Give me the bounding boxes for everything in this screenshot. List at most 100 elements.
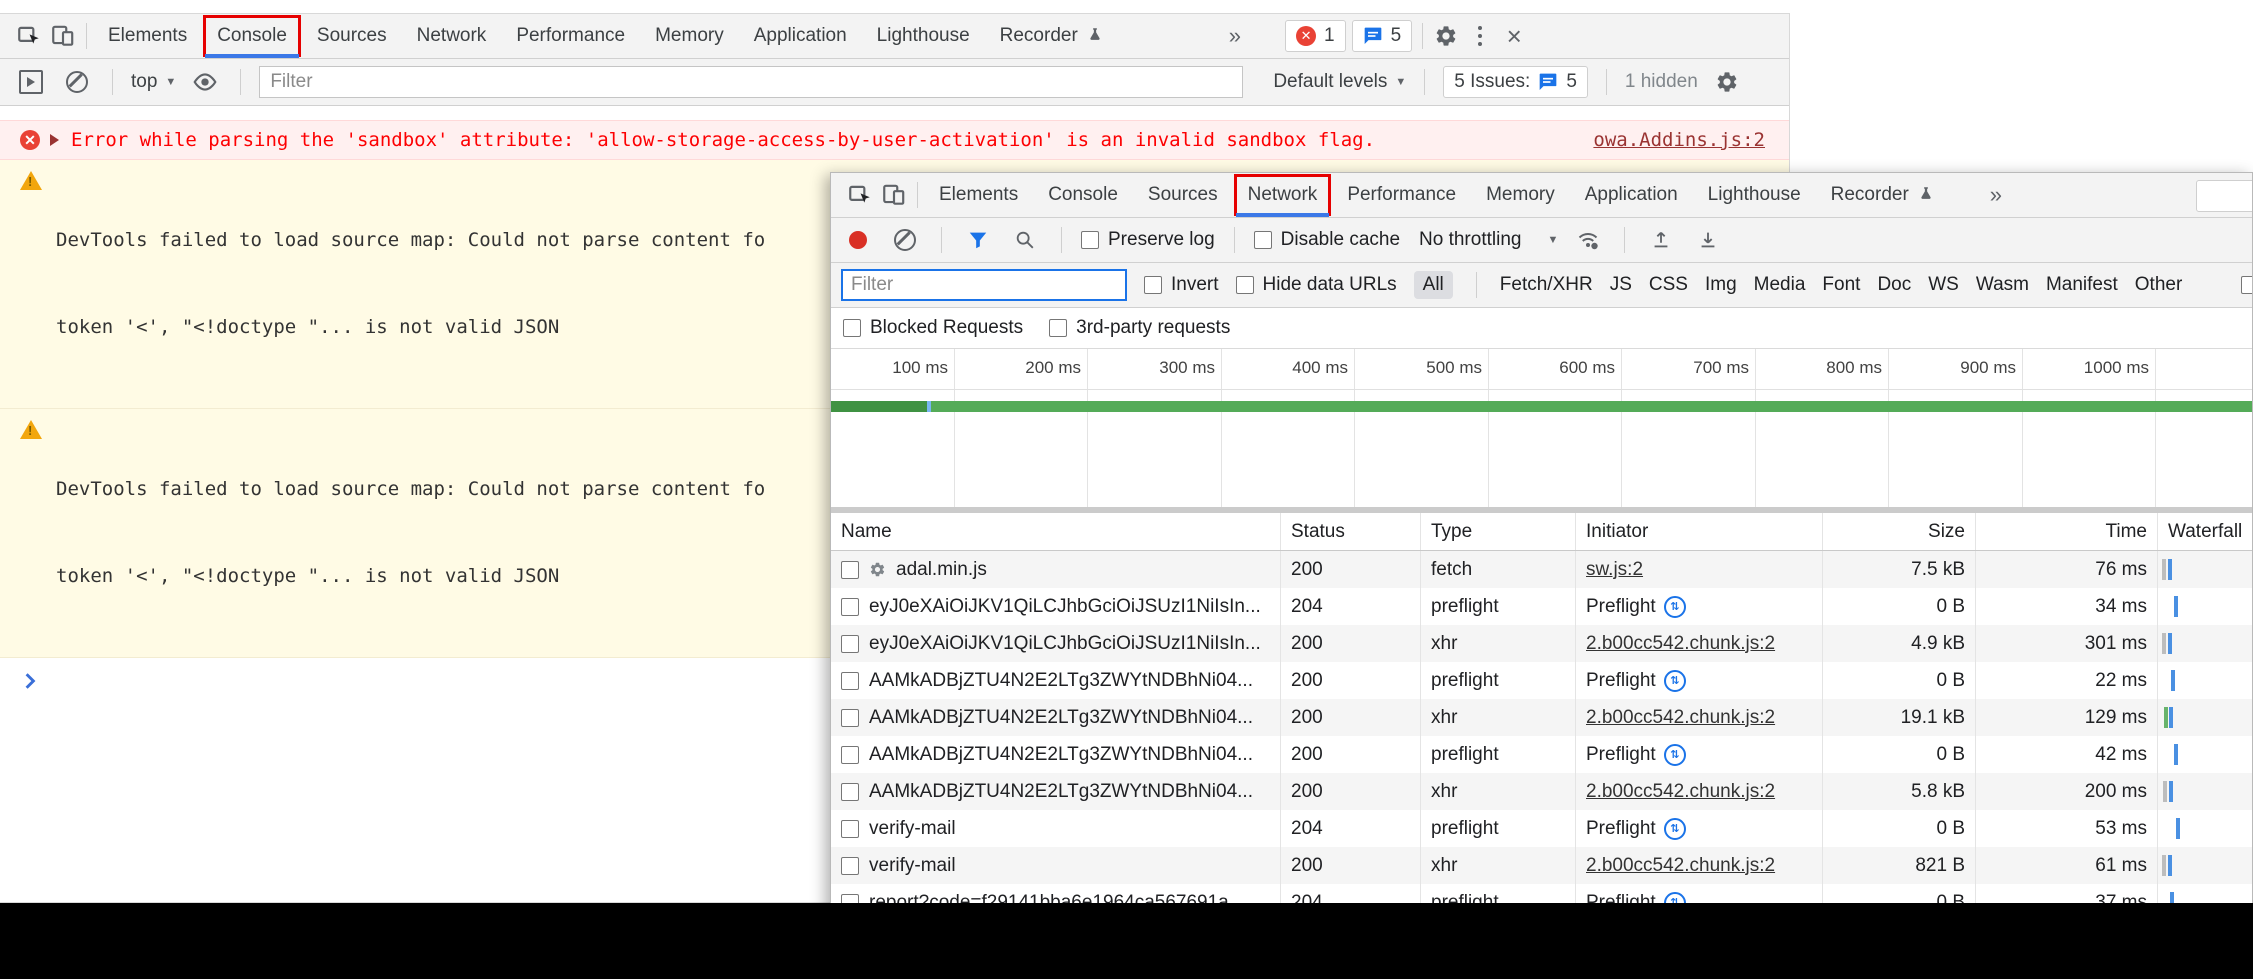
tab-memory[interactable]: Memory bbox=[1471, 173, 1570, 217]
clear-network-log-icon[interactable] bbox=[888, 223, 922, 257]
filter-type-wasm[interactable]: Wasm bbox=[1976, 274, 2029, 296]
clear-console-icon[interactable] bbox=[60, 65, 94, 99]
invert-checkbox[interactable]: Invert bbox=[1144, 274, 1219, 296]
initiator-preflight[interactable]: Preflight bbox=[1586, 596, 1656, 618]
filter-type-ws[interactable]: WS bbox=[1928, 274, 1959, 296]
console-sidebar-icon[interactable] bbox=[14, 65, 48, 99]
filter-type-css[interactable]: CSS bbox=[1649, 274, 1688, 296]
context-selector[interactable]: top ▼ bbox=[131, 71, 176, 93]
filter-type-font[interactable]: Font bbox=[1822, 274, 1860, 296]
filter-type-media[interactable]: Media bbox=[1754, 274, 1806, 296]
tab-application[interactable]: Application bbox=[739, 14, 862, 58]
column-header-size[interactable]: Size bbox=[1823, 513, 1976, 550]
initiator-link[interactable]: 2.b00cc542.chunk.js:2 bbox=[1586, 707, 1775, 729]
initiator-preflight[interactable]: Preflight bbox=[1586, 818, 1656, 840]
row-checkbox[interactable] bbox=[841, 783, 859, 801]
close-devtools-icon[interactable]: × bbox=[1497, 19, 1531, 53]
row-checkbox[interactable] bbox=[841, 635, 859, 653]
issues-count-badge[interactable]: 5 bbox=[1352, 20, 1413, 52]
tab-sources[interactable]: Sources bbox=[1133, 173, 1233, 217]
column-header-type[interactable]: Type bbox=[1421, 513, 1576, 550]
tab-sources[interactable]: Sources bbox=[302, 14, 402, 58]
tab-performance[interactable]: Performance bbox=[1332, 173, 1471, 217]
throttling-selector[interactable]: No throttling ▼ bbox=[1419, 229, 1558, 251]
tab-recorder[interactable]: Recorder bbox=[1816, 173, 1950, 217]
tab-network[interactable]: Network bbox=[1233, 173, 1333, 217]
row-checkbox[interactable] bbox=[841, 561, 859, 579]
filter-type-img[interactable]: Img bbox=[1705, 274, 1737, 296]
initiator-link[interactable]: 2.b00cc542.chunk.js:2 bbox=[1586, 855, 1775, 877]
filter-type-doc[interactable]: Doc bbox=[1877, 274, 1911, 296]
more-tabs-chevron[interactable]: » bbox=[1215, 23, 1255, 49]
row-checkbox[interactable] bbox=[841, 820, 859, 838]
filter-type-js[interactable]: JS bbox=[1610, 274, 1632, 296]
device-toolbar-icon[interactable] bbox=[46, 19, 80, 53]
inspect-cursor-icon[interactable] bbox=[12, 19, 46, 53]
live-expression-eye-icon[interactable] bbox=[188, 65, 222, 99]
row-checkbox[interactable] bbox=[841, 857, 859, 875]
export-har-icon[interactable] bbox=[1691, 223, 1725, 257]
initiator-preflight[interactable]: Preflight bbox=[1586, 670, 1656, 692]
column-header-initiator[interactable]: Initiator bbox=[1576, 513, 1823, 550]
import-har-icon[interactable] bbox=[1644, 223, 1678, 257]
table-row[interactable]: AAMkADBjZTU4N2E2LTg3ZWYtNDBhNi04... 200 … bbox=[831, 662, 2252, 699]
filter-funnel-icon[interactable] bbox=[961, 223, 995, 257]
tab-lighthouse[interactable]: Lighthouse bbox=[862, 14, 985, 58]
row-checkbox[interactable] bbox=[841, 672, 859, 690]
partial-checkbox[interactable] bbox=[2241, 276, 2253, 294]
inspect-cursor-icon[interactable] bbox=[843, 178, 877, 212]
column-header-time[interactable]: Time bbox=[1976, 513, 2158, 550]
more-tabs-chevron[interactable]: » bbox=[1976, 182, 2016, 208]
settings-gear-icon[interactable] bbox=[1429, 19, 1463, 53]
console-settings-gear-icon[interactable] bbox=[1710, 65, 1744, 99]
kebab-menu-icon[interactable] bbox=[1463, 19, 1497, 53]
table-row[interactable]: AAMkADBjZTU4N2E2LTg3ZWYtNDBhNi04... 200 … bbox=[831, 736, 2252, 773]
network-conditions-icon[interactable] bbox=[1571, 223, 1605, 257]
filter-type-all[interactable]: All bbox=[1414, 271, 1453, 299]
console-error-message[interactable]: ✕ Error while parsing the 'sandbox' attr… bbox=[0, 120, 1789, 160]
disable-cache-checkbox[interactable]: Disable cache bbox=[1254, 229, 1400, 251]
row-checkbox[interactable] bbox=[841, 746, 859, 764]
table-row[interactable]: adal.min.js 200 fetch sw.js:2 7.5 kB 76 … bbox=[831, 551, 2252, 588]
tab-recorder[interactable]: Recorder bbox=[985, 14, 1119, 58]
column-header-name[interactable]: Name bbox=[831, 513, 1281, 550]
tab-console[interactable]: Console bbox=[202, 14, 302, 58]
tab-elements[interactable]: Elements bbox=[93, 14, 202, 58]
log-levels-selector[interactable]: Default levels ▼ bbox=[1273, 71, 1406, 93]
blocked-requests-checkbox[interactable]: Blocked Requests bbox=[843, 317, 1023, 339]
initiator-preflight[interactable]: Preflight bbox=[1586, 744, 1656, 766]
filter-type-other[interactable]: Other bbox=[2135, 274, 2183, 296]
tab-application[interactable]: Application bbox=[1570, 173, 1693, 217]
table-row[interactable]: AAMkADBjZTU4N2E2LTg3ZWYtNDBhNi04... 200 … bbox=[831, 699, 2252, 736]
tab-elements[interactable]: Elements bbox=[924, 173, 1033, 217]
initiator-link[interactable]: sw.js:2 bbox=[1586, 559, 1643, 581]
hide-data-urls-checkbox[interactable]: Hide data URLs bbox=[1236, 274, 1397, 296]
table-row[interactable]: eyJ0eXAiOiJKV1QiLCJhbGciOiJSUzI1NiIsIn..… bbox=[831, 588, 2252, 625]
issues-counter-button[interactable]: 5 Issues: 5 bbox=[1443, 66, 1588, 98]
initiator-link[interactable]: 2.b00cc542.chunk.js:2 bbox=[1586, 781, 1775, 803]
row-checkbox[interactable] bbox=[841, 598, 859, 616]
tab-console[interactable]: Console bbox=[1033, 173, 1133, 217]
table-row[interactable]: eyJ0eXAiOiJKV1QiLCJhbGciOiJSUzI1NiIsIn..… bbox=[831, 625, 2252, 662]
table-row[interactable]: AAMkADBjZTU4N2E2LTg3ZWYtNDBhNi04... 200 … bbox=[831, 773, 2252, 810]
column-header-status[interactable]: Status bbox=[1281, 513, 1421, 550]
table-row[interactable]: verify-mail 204 preflight Preflight⇅ 0 B… bbox=[831, 810, 2252, 847]
row-checkbox[interactable] bbox=[841, 709, 859, 727]
error-source-link[interactable]: owa.Addins.js:2 bbox=[1563, 129, 1765, 151]
column-header-waterfall[interactable]: Waterfall bbox=[2158, 513, 2253, 550]
console-filter-input[interactable] bbox=[259, 66, 1243, 98]
tab-performance[interactable]: Performance bbox=[501, 14, 640, 58]
preserve-log-checkbox[interactable]: Preserve log bbox=[1081, 229, 1215, 251]
third-party-requests-checkbox[interactable]: 3rd-party requests bbox=[1049, 317, 1230, 339]
tab-network[interactable]: Network bbox=[402, 14, 502, 58]
filter-type-fetch-xhr[interactable]: Fetch/XHR bbox=[1500, 274, 1593, 296]
network-overview-timeline[interactable]: 100 ms 200 ms 300 ms 400 ms 500 ms 600 m… bbox=[831, 349, 2252, 507]
record-network-log-icon[interactable] bbox=[841, 223, 875, 257]
device-toolbar-icon[interactable] bbox=[877, 178, 911, 212]
table-row[interactable]: verify-mail 200 xhr 2.b00cc542.chunk.js:… bbox=[831, 847, 2252, 884]
search-icon[interactable] bbox=[1008, 223, 1042, 257]
initiator-link[interactable]: 2.b00cc542.chunk.js:2 bbox=[1586, 633, 1775, 655]
network-filter-input[interactable] bbox=[841, 269, 1127, 301]
expand-triangle-icon[interactable] bbox=[50, 134, 59, 146]
tab-memory[interactable]: Memory bbox=[640, 14, 739, 58]
